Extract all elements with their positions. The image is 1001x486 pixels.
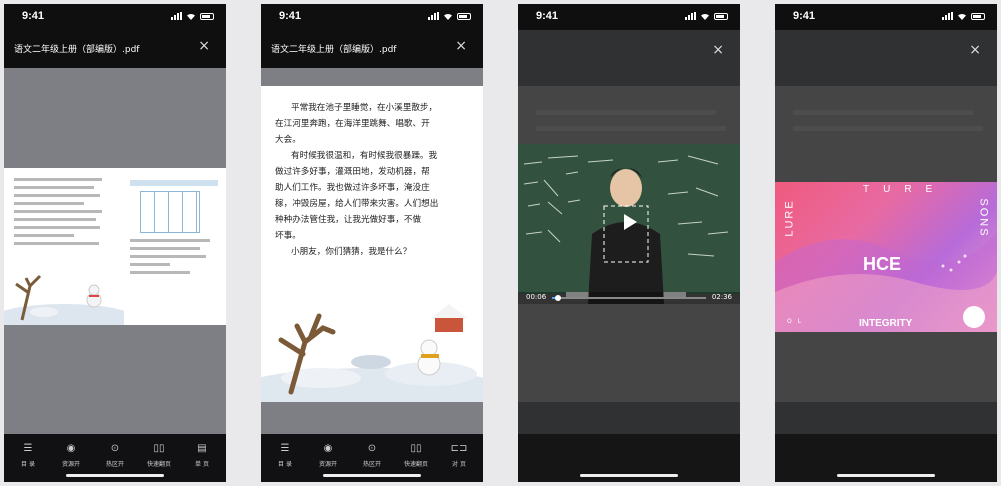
textbook-page[interactable]: 平常我在池子里睡觉，在小溪里散步， 在江河里奔跑，在海洋里跳舞、唱歌、开 大会。… [261, 86, 483, 402]
phone-screen-1: 9:41 语文二年级上册（部编版）.pdf × ☰ 目 录 ◉ 资源开 ⊙ 热区… [4, 4, 226, 482]
book-icon: ▯▯ [410, 443, 422, 454]
page-icon: ▤ [197, 443, 207, 454]
status-icons [171, 12, 214, 20]
battery-icon [971, 13, 985, 20]
wifi-icon [444, 13, 452, 20]
status-time: 9:41 [536, 10, 559, 22]
eye-icon: ◉ [66, 443, 76, 454]
text-line: 在江河里奔跑，在海洋里跳舞、唱歌、开 [275, 119, 430, 129]
video-elapsed-time: 00:06 [526, 293, 547, 301]
status-bar: 9:41 [518, 4, 740, 30]
winter-illustration [4, 248, 124, 325]
video-seek-handle[interactable] [555, 295, 562, 301]
signal-icon [942, 12, 953, 20]
left-page-text [14, 178, 104, 258]
hotspot-icon: ⊙ [110, 443, 120, 454]
status-icons [428, 12, 471, 20]
animation-small-text: OL [787, 318, 808, 325]
animation-bottom-word: INTEGRITY [859, 318, 913, 329]
bottom-toolbar-dimmed [775, 434, 997, 482]
home-indicator[interactable] [66, 474, 164, 477]
toolbar-toc-button[interactable]: ☰ 目 录 [8, 442, 48, 468]
wifi-icon [701, 13, 709, 20]
textbook-spread-page[interactable] [4, 168, 226, 325]
toolbar-resource-toggle[interactable]: ◉ 资源开 [308, 442, 348, 468]
toolbar-hotspot-toggle[interactable]: ⊙ 热区开 [352, 442, 392, 468]
status-time: 9:41 [279, 10, 302, 22]
status-bar: 9:41 [775, 4, 997, 30]
video-seek-bar[interactable] [552, 295, 706, 301]
right-page-exercises [130, 180, 218, 279]
text-line: 有时候我很温和，有时候我很暴躁。我 [291, 151, 438, 161]
winter-illustration [261, 304, 483, 402]
bottom-toolbar-dimmed [518, 434, 740, 482]
text-line: 大会。 [275, 135, 301, 145]
text-line: 做过许多好事，灌溉田地，发动机器，帮 [275, 167, 430, 177]
text-line: 稼，冲毁房屋，给人们带来灾害。人们想出 [275, 199, 439, 209]
animation-logo: HCE [863, 254, 902, 274]
play-icon[interactable] [619, 212, 639, 232]
status-time: 9:41 [22, 10, 45, 22]
wifi-icon [187, 13, 195, 20]
bottom-toolbar: ☰ 目 录 ◉ 资源开 ⊙ 热区开 ▯▯ 快速翻页 ▤ 单 页 [4, 434, 226, 482]
phone-screen-4: 9:41 × LURE TURE SONS HCE OL INTEGRITY [775, 4, 997, 482]
reader-content [4, 68, 226, 434]
close-button[interactable]: × [712, 42, 724, 58]
reader-content: 平常我在池子里睡觉，在小溪里散步， 在江河里奔跑，在海洋里跳舞、唱歌、开 大会。… [261, 68, 483, 434]
toolbar-quick-flip-button[interactable]: ▯▯ 快速翻页 [396, 442, 436, 468]
phone-screen-2: 9:41 语文二年级上册（部编版）.pdf × 平常我在池子里睡觉，在小溪里散步… [261, 4, 483, 482]
title-bar: 语文二年级上册（部编版）.pdf × [4, 30, 226, 68]
phone-screen-3: 9:41 × 00:06 02:36 [518, 4, 740, 482]
status-time: 9:41 [793, 10, 816, 22]
toolbar-quick-flip-button[interactable]: ▯▯ 快速翻页 [139, 442, 179, 468]
toolbar-hotspot-toggle[interactable]: ⊙ 热区开 [95, 442, 135, 468]
signal-icon [428, 12, 439, 20]
spread-icon: ⊏⊐ [450, 443, 468, 454]
video-duration: 02:36 [711, 293, 732, 301]
battery-icon [200, 13, 214, 20]
home-indicator[interactable] [837, 474, 935, 477]
text-line: 坏事。 [275, 231, 301, 241]
text-line: 平常我在池子里睡觉，在小溪里散步， [291, 103, 438, 113]
video-player[interactable]: 00:06 02:36 [518, 144, 740, 304]
animation-word-top: TURE [863, 184, 947, 195]
status-icons [942, 12, 985, 20]
animation-player[interactable]: LURE TURE SONS HCE OL INTEGRITY [775, 182, 997, 332]
home-indicator[interactable] [323, 474, 421, 477]
battery-icon [457, 13, 471, 20]
toolbar-single-page-button[interactable]: ▤ 单 页 [182, 442, 222, 468]
close-button[interactable]: × [455, 38, 467, 54]
signal-icon [171, 12, 182, 20]
animation-play-button[interactable] [963, 306, 985, 328]
list-icon: ☰ [23, 443, 33, 454]
toolbar-resource-toggle[interactable]: ◉ 资源开 [51, 442, 91, 468]
close-button[interactable]: × [198, 38, 210, 54]
hotspot-icon: ⊙ [367, 443, 377, 454]
book-icon: ▯▯ [153, 443, 165, 454]
text-line: 种种办法管住我，让我光做好事，不做 [275, 215, 422, 225]
battery-icon [714, 13, 728, 20]
list-icon: ☰ [280, 443, 290, 454]
close-button[interactable]: × [969, 42, 981, 58]
text-line: 助人们工作。我也做过许多坏事，淹没庄 [275, 183, 430, 193]
signal-icon [685, 12, 696, 20]
wifi-icon [958, 13, 966, 20]
status-bar: 9:41 [261, 4, 483, 30]
document-title: 语文二年级上册（部编版）.pdf [271, 45, 397, 55]
eye-icon: ◉ [323, 443, 333, 454]
document-title: 语文二年级上册（部编版）.pdf [14, 45, 140, 55]
toolbar-toc-button[interactable]: ☰ 目 录 [265, 442, 305, 468]
toolbar-double-page-button[interactable]: ⊏⊐ 对 页 [439, 442, 479, 468]
title-bar: 语文二年级上册（部编版）.pdf × [261, 30, 483, 68]
home-indicator[interactable] [580, 474, 678, 477]
page-text: 平常我在池子里睡觉，在小溪里散步， 在江河里奔跑，在海洋里跳舞、唱歌、开 大会。… [275, 100, 471, 260]
animation-word-left: LURE [783, 199, 796, 237]
status-bar: 9:41 [4, 4, 226, 30]
bottom-toolbar: ☰ 目 录 ◉ 资源开 ⊙ 热区开 ▯▯ 快速翻页 ⊏⊐ 对 页 [261, 434, 483, 482]
text-line: 小朋友，你们猜猜，我是什么？ [291, 247, 412, 257]
video-controls: 00:06 02:36 [518, 292, 740, 304]
animation-word-right: SONS [977, 198, 990, 238]
status-icons [685, 12, 728, 20]
